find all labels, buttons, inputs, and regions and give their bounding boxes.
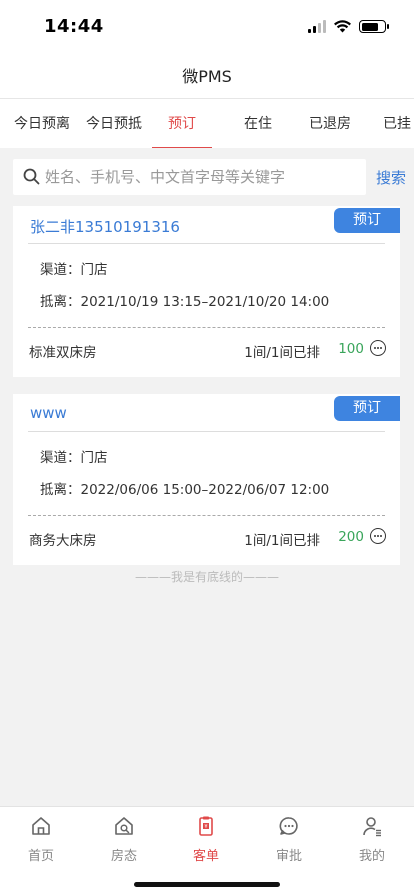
more-options-icon[interactable] [370,528,386,544]
home-indicator [134,882,280,887]
more-options-icon[interactable] [370,340,386,356]
search-button[interactable]: 搜索 [376,167,406,188]
bottom-tab-label: 审批 [275,849,302,864]
status-tabs: 今日预离 今日预抵 预订 在住 已退房 已挂 [0,98,414,148]
bottom-tab-home[interactable]: 首页 [11,815,71,864]
nav-bar: 微PMS [0,56,414,98]
channel-text: 渠道：门店 [40,450,108,466]
battery-icon [359,20,389,33]
order-card-header: 张二非13510191316 预订 [28,206,400,244]
order-card[interactable]: 张二非13510191316 预订 渠道：门店 抵离：2021/10/19 13… [13,206,400,377]
order-icon: ¥ [199,816,213,836]
status-time: 14:44 [44,16,104,37]
signal-icon [308,20,326,33]
tab-today-arrival[interactable]: 今日预抵 [74,99,154,148]
bottom-tab-orders[interactable]: ¥ 客单 [176,815,236,864]
search-row: 搜索 [0,148,414,206]
list-end-text: ———我是有底线的——— [134,570,279,584]
search-box [13,159,366,195]
tab-checked-out[interactable]: 已退房 [290,99,370,148]
bottom-tab-room-status[interactable]: 房态 [94,815,154,864]
channel-text: 渠道：门店 [40,262,108,278]
order-room-row: 标准双床房 1间/1间已排 100 [13,328,400,370]
page-title: 微PMS [182,67,232,86]
bottom-tab-label: 首页 [27,849,54,864]
status-bar: 14:44 [0,0,414,56]
tab-reservation[interactable]: 预订 [146,99,218,148]
bottom-tab-profile[interactable]: 我的 [342,815,402,864]
stay-period-text: 抵离：2022/06/06 15:00–2022/06/07 12:00 [40,482,330,498]
home-icon [32,817,50,835]
status-icons [308,20,389,33]
order-details: 渠道：门店 抵离：2021/10/19 13:15–2021/10/20 14:… [28,244,385,328]
room-type: 商务大床房 [29,533,97,549]
order-details: 渠道：门店 抵离：2022/06/06 15:00–2022/06/07 12:… [28,432,385,516]
order-card[interactable]: www 预订 渠道：门店 抵离：2022/06/06 15:00–2022/06… [13,394,400,565]
room-count: 1间/1间已排 [244,345,320,361]
search-input[interactable] [45,159,355,195]
order-card-header: www 预订 [28,394,400,432]
bottom-tab-label: 房态 [110,849,137,864]
bottom-tab-approval[interactable]: 审批 [259,815,319,864]
tab-today-departure[interactable]: 今日预离 [2,99,82,148]
tab-in-house[interactable]: 在住 [218,99,298,148]
tab-on-account[interactable]: 已挂 [362,99,414,148]
guest-name[interactable]: 张二非13510191316 [30,216,180,237]
price: 200 [338,529,364,545]
profile-icon [363,817,381,837]
room-count: 1间/1间已排 [244,533,320,549]
room-status-icon [115,817,133,835]
guest-name[interactable]: www [30,404,67,422]
search-icon [23,168,40,185]
price: 100 [338,341,364,357]
approval-icon [279,817,298,835]
status-badge: 预订 [334,396,400,421]
room-type: 标准双床房 [29,345,97,361]
wifi-icon [334,20,351,33]
bottom-tab-label: 我的 [358,849,385,864]
order-room-row: 商务大床房 1间/1间已排 200 [13,516,400,558]
stay-period-text: 抵离：2021/10/19 13:15–2021/10/20 14:00 [40,294,330,310]
bottom-tab-label: 客单 [192,849,219,864]
svg-text:¥: ¥ [204,824,207,830]
status-badge: 预订 [334,208,400,233]
